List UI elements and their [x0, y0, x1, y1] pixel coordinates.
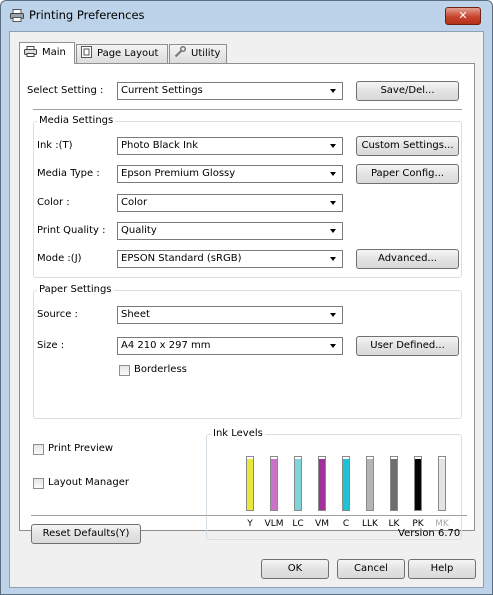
- layout-manager-checkbox[interactable]: [33, 478, 44, 489]
- print-quality-label: Print Quality :: [37, 225, 106, 236]
- size-dropdown[interactable]: A4 210 x 297 mm: [117, 337, 343, 355]
- ink-fill-c: [343, 459, 349, 510]
- version-label: Version 6.70: [398, 528, 461, 539]
- ink-label-vlm: VLM: [264, 519, 284, 529]
- print-quality-dropdown[interactable]: Quality: [117, 222, 343, 240]
- advanced-button[interactable]: Advanced...: [356, 249, 459, 269]
- user-defined-button[interactable]: User Defined...: [356, 336, 459, 356]
- utility-wrench-icon: [174, 46, 186, 58]
- size-value: A4 210 x 297 mm: [121, 340, 211, 351]
- close-icon: ✕: [458, 9, 468, 22]
- chevron-down-icon: [330, 89, 336, 93]
- chevron-down-icon: [330, 257, 336, 261]
- ink-bar-y: [246, 456, 254, 511]
- ink-fill-lk: [391, 459, 397, 510]
- ink-fill-pk: [415, 459, 421, 510]
- printing-preferences-window: Printing Preferences ✕ Main Page Layout …: [0, 0, 493, 595]
- mode-dropdown[interactable]: EPSON Standard (sRGB): [117, 250, 343, 268]
- ink-label-llk: LLK: [362, 519, 378, 529]
- printer-icon: [10, 9, 24, 22]
- color-value: Color: [121, 197, 148, 208]
- mode-value: EPSON Standard (sRGB): [121, 253, 242, 264]
- ok-button[interactable]: OK: [261, 559, 329, 579]
- page-layout-icon: [81, 46, 92, 58]
- media-type-value: Epson Premium Glossy: [121, 168, 236, 179]
- main-tab-panel: Select Setting : Current Settings Save/D…: [19, 63, 475, 540]
- ink-bar-pk: [414, 456, 422, 511]
- layout-manager-label: Layout Manager: [48, 477, 130, 488]
- source-label: Source :: [37, 309, 78, 320]
- chevron-down-icon: [330, 229, 336, 233]
- cancel-button[interactable]: Cancel: [337, 559, 405, 579]
- select-setting-value: Current Settings: [121, 85, 203, 96]
- ink-levels-title: Ink Levels: [211, 428, 265, 439]
- save-del-button[interactable]: Save/Del...: [356, 81, 459, 101]
- media-type-dropdown[interactable]: Epson Premium Glossy: [117, 165, 343, 183]
- media-settings-title: Media Settings: [37, 115, 116, 126]
- custom-settings-button[interactable]: Custom Settings...: [356, 136, 459, 156]
- select-setting-label: Select Setting :: [27, 85, 104, 96]
- chevron-down-icon: [330, 201, 336, 205]
- help-button[interactable]: Help: [408, 559, 476, 579]
- ink-levels-group: Ink Levels Y VLM LC VM C LLK LK PK MK: [206, 428, 462, 540]
- ink-fill-llk: [367, 459, 373, 510]
- tab-utility-label: Utility: [191, 48, 221, 59]
- ink-bar-mk: [438, 456, 446, 511]
- source-value: Sheet: [121, 309, 150, 320]
- size-label: Size :: [37, 340, 65, 351]
- divider: [31, 515, 467, 517]
- tab-page-layout-label: Page Layout: [97, 48, 159, 59]
- print-preview-checkbox[interactable]: [33, 444, 44, 455]
- title-bar[interactable]: Printing Preferences ✕: [1, 1, 492, 30]
- borderless-label: Borderless: [134, 364, 187, 375]
- chevron-down-icon: [330, 144, 336, 148]
- reset-defaults-button[interactable]: Reset Defaults(Y): [31, 524, 141, 544]
- tab-main-label: Main: [42, 47, 66, 58]
- ink-label-vm: VM: [315, 519, 329, 529]
- print-quality-value: Quality: [121, 225, 157, 236]
- ink-label: Ink :(T): [37, 140, 73, 151]
- ink-fill-vm: [319, 459, 325, 510]
- media-type-label: Media Type :: [37, 168, 100, 179]
- select-setting-dropdown[interactable]: Current Settings: [117, 82, 343, 100]
- tab-page-layout[interactable]: Page Layout: [76, 44, 168, 63]
- ink-label-lc: LC: [292, 519, 304, 529]
- ink-fill-lc: [295, 459, 301, 510]
- window-title: Printing Preferences: [29, 8, 145, 22]
- paper-config-button[interactable]: Paper Config...: [356, 164, 459, 184]
- ink-bar-lc: [294, 456, 302, 511]
- dialog-client-area: Main Page Layout Utility Select Setting …: [9, 31, 484, 588]
- printer-icon: [24, 46, 37, 57]
- chevron-down-icon: [330, 344, 336, 348]
- source-dropdown[interactable]: Sheet: [117, 306, 343, 324]
- chevron-down-icon: [330, 172, 336, 176]
- ink-fill-y: [247, 459, 253, 510]
- chevron-down-icon: [330, 313, 336, 317]
- mode-label: Mode :(J): [37, 253, 82, 264]
- ink-label-c: C: [342, 519, 350, 529]
- ink-fill-mk: [439, 459, 445, 510]
- ink-fill-vlm: [271, 459, 277, 510]
- ink-bar-vm: [318, 456, 326, 511]
- tab-main[interactable]: Main: [19, 42, 75, 64]
- print-preview-label: Print Preview: [48, 443, 114, 454]
- divider: [33, 109, 462, 111]
- ink-bar-vlm: [270, 456, 278, 511]
- ink-value: Photo Black Ink: [121, 140, 199, 151]
- borderless-checkbox[interactable]: [119, 365, 130, 376]
- close-button[interactable]: ✕: [445, 7, 481, 25]
- ink-bar-llk: [366, 456, 374, 511]
- ink-label-y: Y: [247, 519, 253, 529]
- color-dropdown[interactable]: Color: [117, 194, 343, 212]
- tab-utility[interactable]: Utility: [169, 44, 227, 63]
- ink-bar-c: [342, 456, 350, 511]
- ink-dropdown[interactable]: Photo Black Ink: [117, 137, 343, 155]
- paper-settings-title: Paper Settings: [37, 284, 114, 295]
- ink-bar-lk: [390, 456, 398, 511]
- color-label: Color :: [37, 197, 70, 208]
